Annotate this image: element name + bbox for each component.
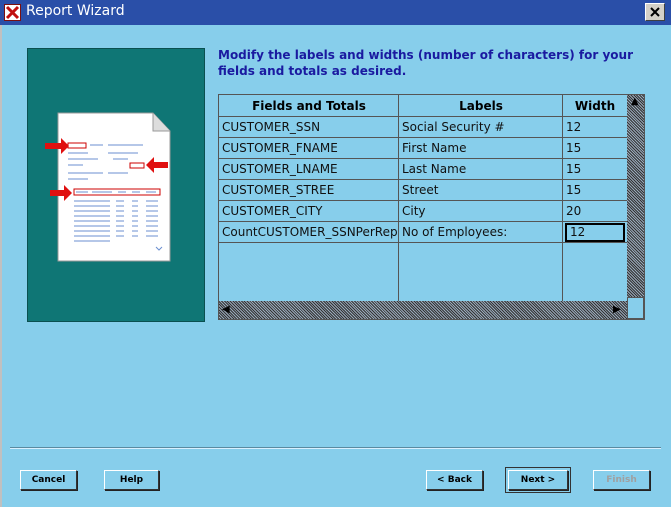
help-button[interactable]: Help: [104, 470, 159, 490]
scroll-corner: [627, 297, 644, 319]
width-edit-input[interactable]: 12: [565, 223, 625, 242]
table-row[interactable]: CUSTOMER_LNAME Last Name 15: [219, 159, 627, 180]
width-cell[interactable]: 12: [563, 117, 627, 137]
field-cell[interactable]: CUSTOMER_STREE: [219, 180, 399, 200]
scroll-right-icon[interactable]: ▶: [613, 304, 621, 315]
header-width[interactable]: Width: [563, 95, 627, 117]
back-button[interactable]: < Back: [426, 470, 483, 490]
title-bar: Report Wizard: [0, 0, 671, 25]
app-icon: [4, 4, 21, 21]
scroll-left-icon[interactable]: ◀: [222, 304, 230, 315]
label-cell[interactable]: Social Security #: [399, 117, 563, 137]
table-row[interactable]: CUSTOMER_SSN Social Security # 12: [219, 117, 627, 138]
fields-grid[interactable]: Fields and Totals Labels Width CUSTOMER_…: [218, 94, 645, 320]
field-cell[interactable]: CUSTOMER_SSN: [219, 117, 399, 137]
label-cell[interactable]: First Name: [399, 138, 563, 158]
column-divider: [562, 95, 563, 301]
vertical-scrollbar[interactable]: ▲: [627, 95, 644, 301]
column-divider: [398, 95, 399, 301]
close-icon: [650, 7, 660, 17]
instructions-text: Modify the labels and widths (number of …: [218, 48, 633, 78]
field-cell[interactable]: CountCUSTOMER_SSNPerRep: [219, 222, 399, 242]
wizard-illustration: [27, 48, 205, 322]
finish-button: Finish: [593, 470, 650, 490]
table-row[interactable]: CountCUSTOMER_SSNPerRep No of Employees:…: [219, 222, 627, 243]
header-fields[interactable]: Fields and Totals: [219, 95, 399, 117]
label-cell[interactable]: Street: [399, 180, 563, 200]
scroll-up-icon[interactable]: ▲: [631, 96, 639, 107]
window-title: Report Wizard: [26, 3, 125, 19]
next-button[interactable]: Next >: [505, 467, 571, 493]
width-cell[interactable]: 15: [563, 159, 627, 179]
table-row[interactable]: CUSTOMER_CITY City 20: [219, 201, 627, 222]
label-cell[interactable]: No of Employees:: [399, 222, 563, 242]
header-labels[interactable]: Labels: [399, 95, 563, 117]
field-cell[interactable]: CUSTOMER_FNAME: [219, 138, 399, 158]
table-row[interactable]: CUSTOMER_FNAME First Name 15: [219, 138, 627, 159]
field-cell[interactable]: CUSTOMER_LNAME: [219, 159, 399, 179]
table-row[interactable]: CUSTOMER_STREE Street 15: [219, 180, 627, 201]
label-cell[interactable]: City: [399, 201, 563, 221]
cancel-button[interactable]: Cancel: [20, 470, 77, 490]
close-button[interactable]: [645, 3, 665, 21]
separator: [10, 447, 661, 449]
window-frame: [0, 25, 2, 507]
horizontal-scrollbar[interactable]: ◀ ▶: [219, 301, 627, 319]
width-cell[interactable]: 20: [563, 201, 627, 221]
width-cell[interactable]: 15: [563, 180, 627, 200]
width-cell[interactable]: 15: [563, 138, 627, 158]
label-cell[interactable]: Last Name: [399, 159, 563, 179]
field-cell[interactable]: CUSTOMER_CITY: [219, 201, 399, 221]
